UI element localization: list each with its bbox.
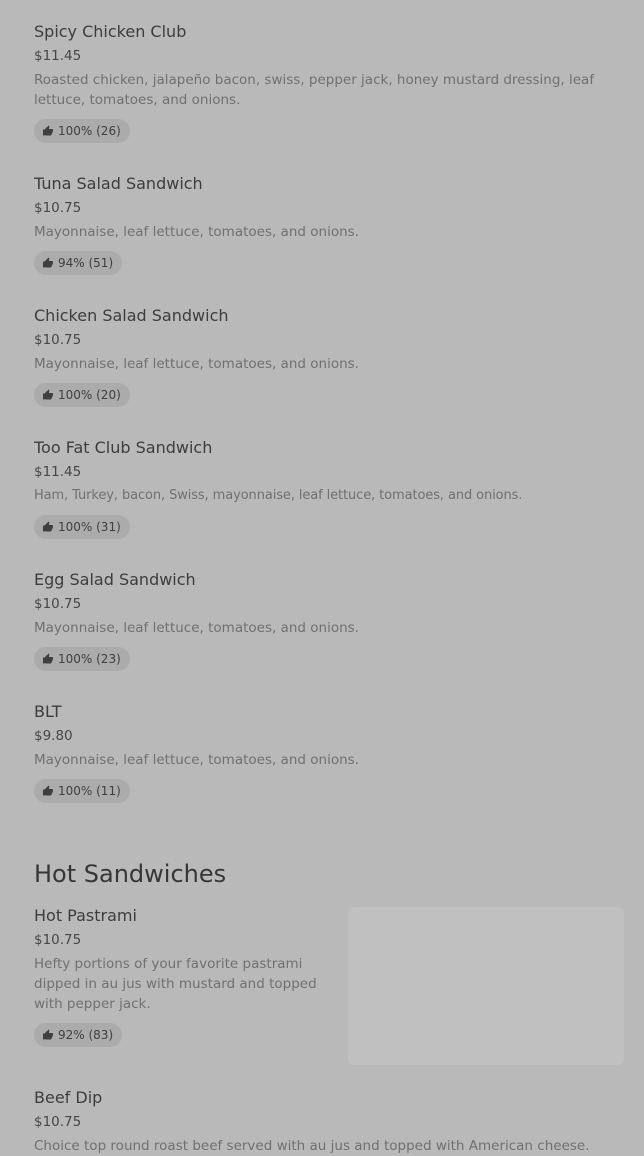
rating-badge: 100% (20) [34, 383, 130, 407]
item-name: Egg Salad Sandwich [34, 570, 196, 589]
hot-pastrami-image[interactable] [348, 907, 624, 1065]
item-price: $9.80 [34, 728, 73, 744]
rating-text: 100% (31) [58, 520, 121, 534]
thumbs-up-icon [43, 1029, 53, 1040]
menu-item-blt[interactable]: BLT $9.80 Mayonnaise, leaf lettuce, toma… [34, 702, 624, 807]
rating-badge: 100% (23) [34, 647, 130, 671]
item-description: Ham, Turkey, bacon, Swiss, mayonnaise, l… [34, 488, 523, 503]
item-name: Hot Pastrami [34, 906, 137, 925]
item-description: Mayonnaise, leaf lettuce, tomatoes, and … [34, 752, 359, 768]
menu-item-egg-salad-sandwich[interactable]: Egg Salad Sandwich $10.75 Mayonnaise, le… [34, 570, 624, 675]
rating-badge: 100% (26) [34, 119, 130, 143]
item-price: $11.45 [34, 48, 82, 64]
item-price: $10.75 [34, 932, 82, 948]
item-name: Beef Dip [34, 1088, 103, 1107]
item-price: $11.45 [34, 464, 82, 480]
section-title-hot-sandwiches: Hot Sandwiches [34, 860, 227, 888]
rating-text: 100% (23) [58, 652, 121, 666]
thumbs-up-icon [43, 257, 53, 268]
item-price: $10.75 [34, 200, 82, 216]
rating-badge: 100% (11) [34, 779, 130, 803]
item-description: Hefty portions of your favorite pastrami… [34, 956, 317, 1012]
item-name: Chicken Salad Sandwich [34, 306, 229, 325]
item-description: Mayonnaise, leaf lettuce, tomatoes, and … [34, 356, 359, 372]
item-description: Choice top round roast beef served with … [34, 1138, 590, 1154]
rating-text: 94% (51) [58, 256, 114, 270]
rating-badge: 100% (31) [34, 515, 130, 539]
item-price: $10.75 [34, 1114, 82, 1130]
rating-badge: 94% (51) [34, 251, 123, 275]
item-description: Mayonnaise, leaf lettuce, tomatoes, and … [34, 620, 359, 636]
thumbs-up-icon [43, 653, 53, 664]
menu-item-tuna-salad-sandwich[interactable]: Tuna Salad Sandwich $10.75 Mayonnaise, l… [34, 174, 624, 279]
item-name: Tuna Salad Sandwich [34, 174, 203, 193]
menu-item-beef-dip[interactable]: Beef Dip $10.75 Choice top round roast b… [34, 1088, 624, 1154]
rating-badge: 92% (83) [34, 1023, 123, 1047]
thumbs-up-icon [43, 521, 53, 532]
thumbs-up-icon [43, 125, 53, 136]
item-price: $10.75 [34, 596, 82, 612]
item-name: Too Fat Club Sandwich [34, 438, 213, 457]
rating-text: 92% (83) [58, 1028, 114, 1042]
rating-text: 100% (11) [58, 784, 121, 798]
rating-text: 100% (20) [58, 388, 121, 402]
item-name: BLT [34, 702, 62, 721]
thumbs-up-icon [43, 785, 53, 796]
item-price: $10.75 [34, 332, 82, 348]
item-description: Roasted chicken, jalapeño bacon, swiss, … [34, 72, 595, 108]
thumbs-up-icon [43, 389, 53, 400]
item-description: Mayonnaise, leaf lettuce, tomatoes, and … [34, 224, 359, 240]
rating-text: 100% (26) [58, 124, 121, 138]
item-name: Spicy Chicken Club [34, 22, 187, 41]
menu-item-chicken-salad-sandwich[interactable]: Chicken Salad Sandwich $10.75 Mayonnaise… [34, 306, 624, 411]
menu-item-too-fat-club-sandwich[interactable]: Too Fat Club Sandwich $11.45 Ham, Turkey… [34, 438, 624, 543]
menu-item-spicy-chicken-club[interactable]: Spicy Chicken Club $11.45 Roasted chicke… [34, 22, 624, 147]
